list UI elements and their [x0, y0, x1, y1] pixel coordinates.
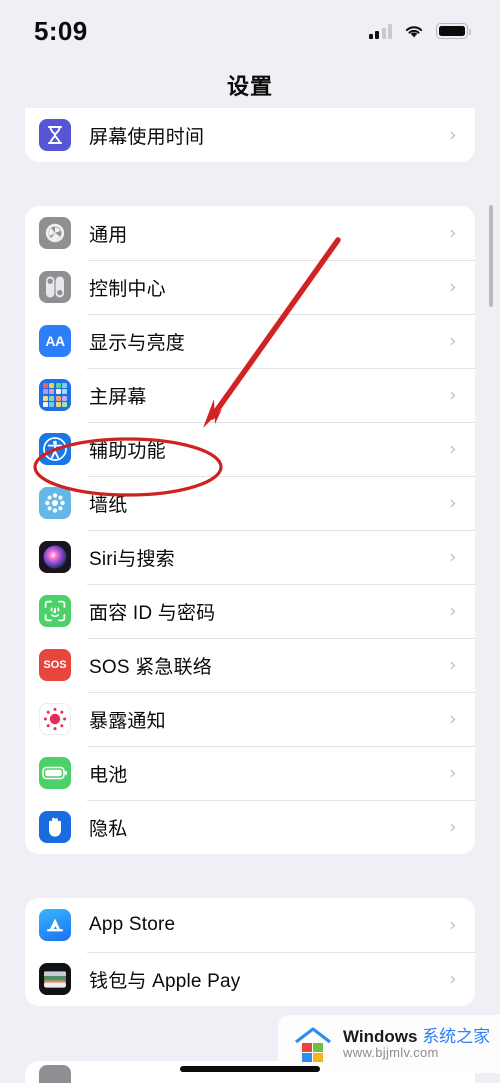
chevron-right-icon: › [449, 816, 457, 838]
settings-row[interactable]: 通用 › [25, 206, 475, 260]
battery-settings-icon [39, 757, 71, 789]
chevron-right-icon: › [449, 654, 457, 676]
watermark-title-en: Windows [343, 1026, 423, 1046]
settings-row-label: Siri与搜索 [89, 548, 175, 570]
control-center-icon [39, 271, 71, 303]
watermark-title: Windows 系统之家 [343, 1027, 490, 1047]
page-title: 设置 [226, 74, 273, 99]
settings-row[interactable]: 墙纸 › [25, 476, 475, 530]
settings-row-label: SOS 紧急联络 [89, 656, 213, 678]
group-screen-time: 屏幕使用时间 › [25, 108, 475, 162]
chevron-right-icon: › [449, 762, 457, 784]
hourglass-icon [39, 119, 71, 151]
settings-row[interactable]: 屏幕使用时间 › [25, 108, 475, 162]
wifi-icon [405, 26, 423, 38]
face-id-icon [39, 595, 71, 627]
settings-row-label: 显示与亮度 [89, 332, 186, 354]
siri-icon [39, 541, 71, 573]
chevron-right-icon: › [449, 222, 457, 244]
settings-row-label: 主屏幕 [89, 386, 147, 408]
settings-row-label: 面容 ID 与密码 [89, 602, 216, 624]
settings-row-label: 控制中心 [89, 278, 166, 300]
watermark-title-cn: 系统之家 [422, 1026, 491, 1046]
chevron-right-icon: › [449, 492, 457, 514]
watermark: Windows 系统之家 www.bjjmlv.com [278, 1015, 500, 1073]
watermark-text: Windows 系统之家 www.bjjmlv.com [343, 1027, 490, 1061]
partial-icon [39, 1065, 71, 1083]
watermark-url: www.bjjmlv.com [343, 1045, 439, 1061]
gear-icon [39, 217, 71, 249]
settings-row[interactable]: Siri与搜索 › [25, 530, 475, 584]
settings-list[interactable]: 屏幕使用时间 › 通用 › 控制中心 › AA 显示与亮度 › 主屏幕 › 辅助功能 › 墙纸 › Siri与… [0, 108, 500, 1006]
settings-row[interactable]: 面容 ID 与密码 › [25, 584, 475, 638]
settings-row-label: 屏幕使用时间 [89, 126, 205, 148]
settings-row[interactable]: AA 显示与亮度 › [25, 314, 475, 368]
status-time: 5:09 [34, 15, 88, 46]
chevron-right-icon: › [449, 330, 457, 352]
settings-row-label: 钱包与 Apple Pay [89, 970, 241, 992]
group-store: App Store › 钱包与 Apple Pay › [25, 898, 475, 1006]
wallpaper-icon [39, 487, 71, 519]
chevron-right-icon: › [449, 124, 457, 146]
battery-icon [436, 23, 472, 39]
chevron-right-icon: › [449, 914, 457, 936]
sos-icon: SOS [39, 649, 71, 681]
settings-row-label: 通用 [89, 224, 128, 246]
settings-row-label: 辅助功能 [89, 440, 166, 462]
settings-row[interactable]: 隐私 › [25, 800, 475, 854]
windows-house-logo-icon [295, 1027, 331, 1062]
settings-row[interactable]: 辅助功能 › [25, 422, 475, 476]
settings-row[interactable]: App Store › [25, 898, 475, 952]
home-indicator[interactable] [180, 1066, 320, 1072]
group-system: 通用 › 控制中心 › AA 显示与亮度 › 主屏幕 › 辅助功能 › 墙纸 › Siri与搜索 › 面容 I… [25, 206, 475, 854]
chevron-right-icon: › [449, 708, 457, 730]
exposure-notification-icon [39, 703, 71, 735]
settings-row[interactable]: 主屏幕 › [25, 368, 475, 422]
chevron-right-icon: › [449, 600, 457, 622]
settings-row[interactable]: 钱包与 Apple Pay › [25, 952, 475, 1006]
settings-row-label: App Store [89, 914, 176, 935]
settings-row-label: 电池 [89, 764, 128, 786]
wallet-icon [39, 963, 71, 995]
navigation-bar: 设置 [0, 62, 500, 108]
home-screen-icon [39, 379, 71, 411]
chevron-right-icon: › [449, 384, 457, 406]
chevron-right-icon: › [449, 546, 457, 568]
settings-row[interactable]: 电池 › [25, 746, 475, 800]
iphone-settings-screen: 5:09 设置 屏幕使用时间 › 通用 › 控制中心 › AA 显示与亮度 › 主屏幕 › 辅助功能 ›… [0, 0, 500, 1083]
status-bar: 5:09 [0, 0, 500, 62]
app-store-icon [39, 909, 71, 941]
scrollbar-indicator[interactable] [489, 205, 493, 307]
cellular-signal-icon [368, 23, 392, 39]
settings-row-label: 暴露通知 [89, 710, 166, 732]
chevron-right-icon: › [449, 438, 457, 460]
settings-row-label: 隐私 [89, 818, 128, 840]
settings-row[interactable]: 控制中心 › [25, 260, 475, 314]
chevron-right-icon: › [449, 276, 457, 298]
settings-row[interactable]: 暴露通知 › [25, 692, 475, 746]
chevron-right-icon: › [449, 968, 457, 990]
accessibility-icon [39, 433, 71, 465]
display-brightness-icon: AA [39, 325, 71, 357]
settings-row[interactable]: SOS SOS 紧急联络 › [25, 638, 475, 692]
privacy-hand-icon [39, 811, 71, 843]
settings-row-label: 墙纸 [89, 494, 128, 516]
status-icons [368, 23, 472, 39]
